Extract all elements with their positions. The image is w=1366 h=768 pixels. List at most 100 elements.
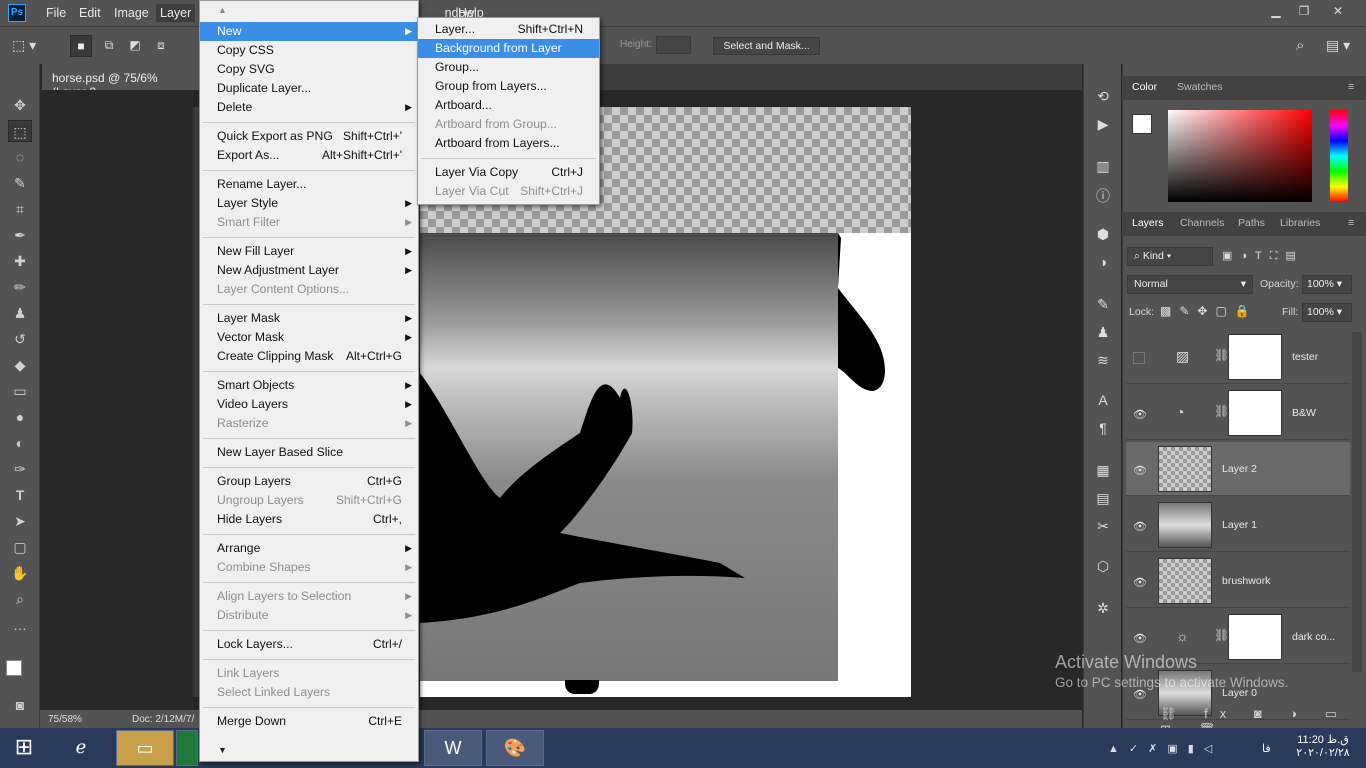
hand-tool-icon[interactable]: ✋ xyxy=(8,562,32,584)
move-tool-icon[interactable]: ✥ xyxy=(8,94,32,116)
clone-source-icon[interactable]: ♟ xyxy=(1092,324,1114,344)
new-selection-icon[interactable]: ■ xyxy=(70,35,92,57)
blend-mode-select[interactable]: Normal ▾ xyxy=(1127,275,1253,294)
windows-start-icon[interactable]: ⊞ xyxy=(8,734,40,762)
rectangle-tool-icon[interactable]: ▢ xyxy=(8,536,32,558)
lock-icons[interactable]: ▩✎✥▢🔒 xyxy=(1160,304,1258,318)
visibility-eye-icon[interactable]: 👁 xyxy=(1133,576,1147,589)
brushes-icon[interactable]: ✎ xyxy=(1092,296,1114,316)
history-panel-icon[interactable]: ⟲ xyxy=(1092,88,1114,108)
type-tool-icon[interactable]: T xyxy=(8,484,32,506)
path-select-icon[interactable]: ➤ xyxy=(8,510,32,532)
paint-taskbar-icon[interactable]: 🎨 xyxy=(486,730,544,766)
menu-scroll-up-icon[interactable]: ▲ xyxy=(218,5,227,15)
tab-channels[interactable]: Channels xyxy=(1180,217,1224,229)
visibility-eye-icon[interactable]: 👁 xyxy=(1133,520,1147,533)
lasso-tool-icon[interactable]: ◌ xyxy=(8,146,32,168)
hue-slider[interactable] xyxy=(1330,110,1348,202)
menu-item-new-layer-based-slice[interactable]: New Layer Based Slice xyxy=(200,443,418,462)
menu-layer[interactable]: Layer xyxy=(156,4,196,22)
crop-tool-icon[interactable]: ⌗ xyxy=(8,198,32,220)
menu-image[interactable]: Image xyxy=(114,6,149,20)
menu-item-quick-export-as-png[interactable]: Quick Export as PNG Shift+Ctrl+' xyxy=(200,127,418,146)
visibility-eye-icon[interactable]: 👁 xyxy=(1133,464,1147,477)
color-picker-field[interactable] xyxy=(1168,110,1312,202)
visibility-eye-icon[interactable] xyxy=(1133,352,1145,364)
menu-item-new-adjustment-layer[interactable]: New Adjustment Layer ▶ xyxy=(200,261,418,280)
blur-tool-icon[interactable]: ● xyxy=(8,406,32,428)
visibility-eye-icon[interactable]: 👁 xyxy=(1133,632,1147,645)
notes-icon[interactable]: ▦ xyxy=(1092,462,1114,482)
layer-name[interactable]: Layer 2 xyxy=(1222,463,1257,475)
menu-item-group-layers[interactable]: Group Layers Ctrl+G xyxy=(200,472,418,491)
quick-select-tool-icon[interactable]: ✎ xyxy=(8,172,32,194)
histogram-icon[interactable]: ▥ xyxy=(1092,158,1114,178)
menu-item-layer-style[interactable]: Layer Style ▶ xyxy=(200,194,418,213)
eyedropper-tool-icon[interactable]: ✒ xyxy=(8,224,32,246)
gradient-tool-icon[interactable]: ▭ xyxy=(8,380,32,402)
layer-name[interactable]: Layer 1 xyxy=(1222,519,1257,531)
fill-input[interactable]: 100% ▾ xyxy=(1302,303,1352,322)
menu-item-copy-svg[interactable]: Copy SVG xyxy=(200,60,418,79)
filter-kind-select[interactable]: ⌕ Kind ▾ xyxy=(1127,247,1213,266)
submenu-item-group-from-layers[interactable]: Group from Layers... xyxy=(418,77,599,96)
stamp-tool-icon[interactable]: ♟ xyxy=(8,302,32,324)
info-icon[interactable]: ⓘ xyxy=(1092,186,1114,206)
dodge-tool-icon[interactable]: ◐ xyxy=(8,432,32,454)
workspace-icon[interactable]: ▤ ▾ xyxy=(1326,37,1350,54)
menu-item-new-fill-layer[interactable]: New Fill Layer ▶ xyxy=(200,242,418,261)
menu-item-smart-objects[interactable]: Smart Objects ▶ xyxy=(200,376,418,395)
menu-item-vector-mask[interactable]: Vector Mask ▶ xyxy=(200,328,418,347)
menu-item-new[interactable]: New ▶ xyxy=(200,22,418,41)
opacity-input[interactable]: 100% ▾ xyxy=(1302,275,1352,294)
foreground-color-swatch[interactable] xyxy=(6,660,22,676)
3d-cube-icon[interactable]: ⬡ xyxy=(1092,558,1114,578)
menu-item-lock-layers[interactable]: Lock Layers... Ctrl+/ xyxy=(200,635,418,654)
history-brush-icon[interactable]: ↺ xyxy=(8,328,32,350)
submenu-item-artboard-from-layers[interactable]: Artboard from Layers... xyxy=(418,134,599,153)
menu-scroll-down-icon[interactable]: ▼ xyxy=(218,745,227,755)
properties-icon[interactable]: ✲ xyxy=(1092,600,1114,620)
color-fg-swatch[interactable] xyxy=(1132,114,1152,134)
menu-file[interactable]: File xyxy=(46,6,66,20)
select-and-mask-button[interactable]: Select and Mask... xyxy=(713,37,820,55)
explorer-taskbar-icon[interactable]: ▭ xyxy=(116,730,174,766)
submenu-item-background-from-layer[interactable]: Background from Layer xyxy=(418,39,599,58)
healing-brush-icon[interactable]: ✚ xyxy=(8,250,32,272)
brush-settings-icon[interactable]: ≋ xyxy=(1092,352,1114,372)
layer-name[interactable]: tester xyxy=(1292,351,1318,363)
layer-name[interactable]: brushwork xyxy=(1222,575,1270,587)
tab-libraries[interactable]: Libraries xyxy=(1280,217,1320,229)
submenu-item-group[interactable]: Group... xyxy=(418,58,599,77)
menu-item-merge-down[interactable]: Merge Down Ctrl+E xyxy=(200,712,418,731)
menu-item-copy-css[interactable]: Copy CSS xyxy=(200,41,418,60)
menu-item-layer-mask[interactable]: Layer Mask ▶ xyxy=(200,309,418,328)
menu-item-duplicate-layer[interactable]: Duplicate Layer... xyxy=(200,79,418,98)
close-icon[interactable]: ✕ xyxy=(1326,4,1350,20)
eraser-tool-icon[interactable]: ◆ xyxy=(8,354,32,376)
tab-swatches[interactable]: Swatches xyxy=(1177,81,1223,93)
layer-name[interactable]: B&W xyxy=(1292,407,1316,419)
document-tab[interactable]: horse.psd @ 75/6% (Layer 2 xyxy=(42,64,202,99)
glyphs-icon[interactable]: ▤ xyxy=(1092,490,1114,510)
menu-item-rename-layer[interactable]: Rename Layer... xyxy=(200,175,418,194)
marquee-tool-icon[interactable]: ⬚ xyxy=(8,120,32,142)
ie-taskbar-icon[interactable]: ℯ xyxy=(52,730,110,766)
paragraph-icon[interactable]: ¶ xyxy=(1092,420,1114,440)
submenu-item-artboard[interactable]: Artboard... xyxy=(418,96,599,115)
excel-taskbar-icon[interactable] xyxy=(176,730,198,766)
adjustments-icon[interactable]: ◑ xyxy=(1092,254,1114,274)
search-icon[interactable]: ⌕ xyxy=(1296,37,1304,54)
menu-item-arrange[interactable]: Arrange ▶ xyxy=(200,539,418,558)
word-taskbar-icon[interactable]: W xyxy=(424,730,482,766)
system-tray-icons[interactable]: ▲✓✗▣▮◁ xyxy=(1108,742,1222,755)
menu-item-create-clipping-mask[interactable]: Create Clipping Mask Alt+Ctrl+G xyxy=(200,347,418,366)
height-input[interactable] xyxy=(656,36,691,54)
3d-panel-icon[interactable]: ⬢ xyxy=(1092,226,1114,246)
menu-item-hide-layers[interactable]: Hide Layers Ctrl+, xyxy=(200,510,418,529)
layers-scrollbar[interactable] xyxy=(1352,332,1362,672)
brush-tool-icon[interactable]: ✏ xyxy=(8,276,32,298)
menu-item-export-as[interactable]: Export As... Alt+Shift+Ctrl+' xyxy=(200,146,418,165)
menu-item-delete[interactable]: Delete ▶ xyxy=(200,98,418,117)
tab-paths[interactable]: Paths xyxy=(1238,217,1265,229)
